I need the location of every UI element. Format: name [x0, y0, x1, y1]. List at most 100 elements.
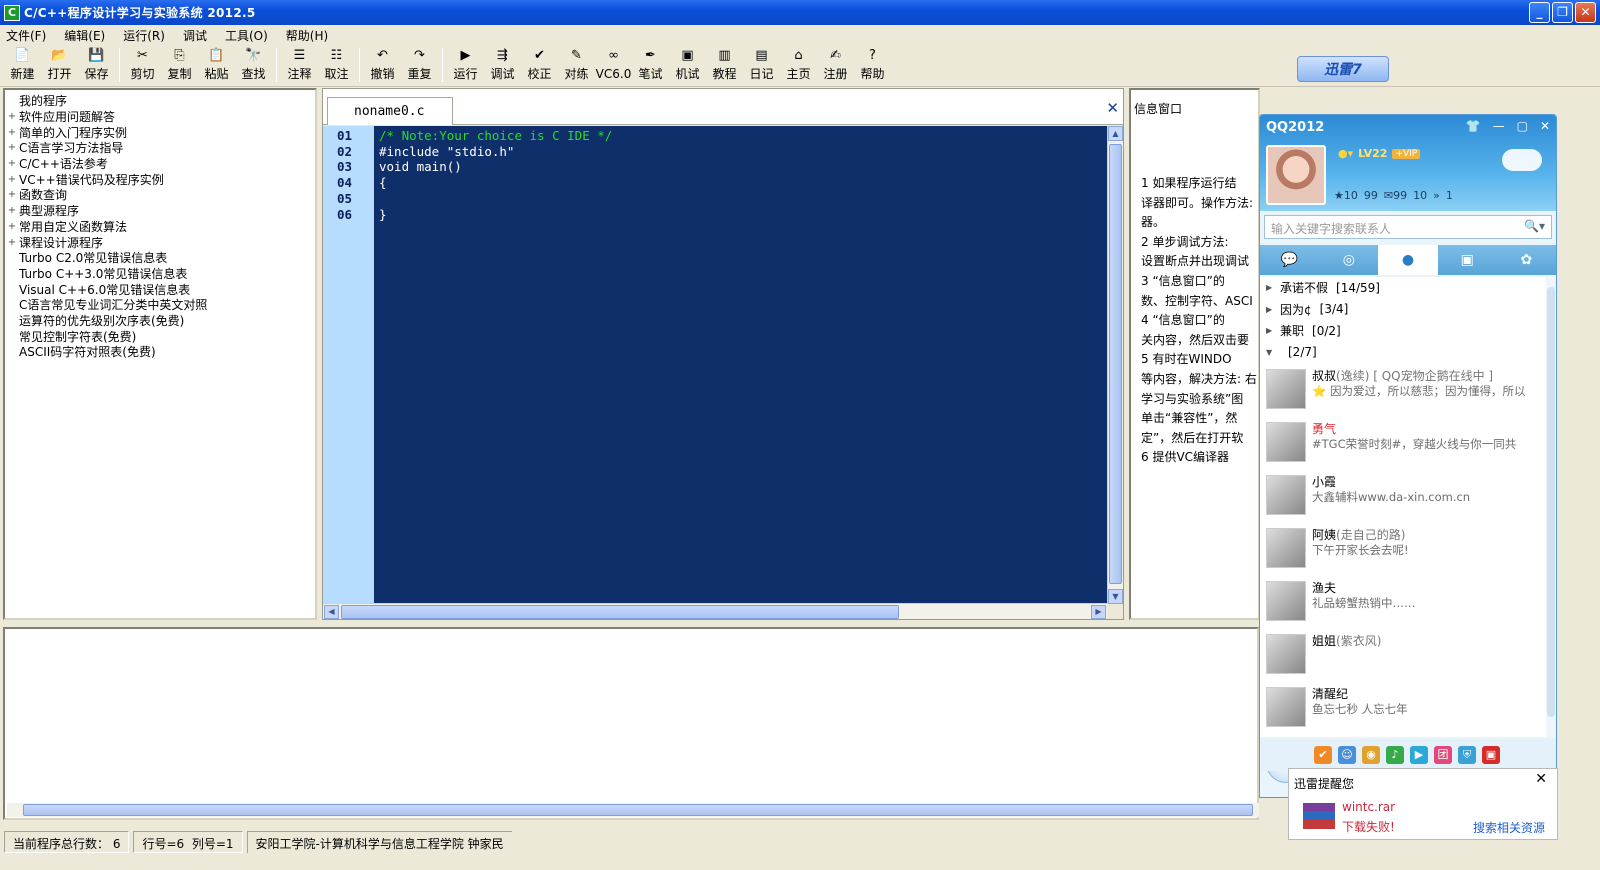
tab-groups[interactable]: ● — [1378, 245, 1438, 275]
expand-icon[interactable]: + — [5, 221, 19, 232]
collapse-icon[interactable]: ▼ — [1266, 348, 1280, 357]
code-line[interactable]: { — [379, 175, 387, 191]
code-line[interactable]: } — [379, 207, 387, 223]
tree-item[interactable]: + C语言学习方法指导 — [5, 140, 315, 156]
qq-list-scrollbar[interactable] — [1546, 277, 1556, 737]
toolbar-button-5[interactable]: 📋 粘贴 — [198, 45, 235, 85]
contact-avatar[interactable] — [1266, 369, 1306, 409]
tree-item[interactable]: + VC++错误代码及程序实例 — [5, 171, 315, 187]
tab-contacts[interactable]: 💬 — [1260, 245, 1319, 275]
mail-count[interactable]: ✉99 — [1384, 189, 1407, 202]
contact-avatar[interactable] — [1266, 687, 1306, 727]
online-status-icon[interactable]: ●▾ — [1338, 147, 1353, 160]
expand-icon[interactable]: + — [5, 237, 19, 248]
toolbar-button-19[interactable]: ▤ 日记 — [743, 45, 780, 85]
toolbar-button-0[interactable]: 📄 新建 — [4, 45, 41, 85]
menu-run[interactable]: 运行(R) — [123, 27, 165, 44]
contact-group[interactable]: ▶ 因为¢ [3/4] — [1260, 299, 1546, 321]
message-box-count[interactable]: 1 — [1446, 189, 1453, 202]
contact-avatar[interactable] — [1266, 475, 1306, 515]
qq-group-buy-icon[interactable]: 团 — [1434, 746, 1452, 764]
contact-item[interactable]: 小霞 大鑫辅料www.da-xin.com.cn — [1260, 471, 1546, 523]
toolbar-button-22[interactable]: ? 帮助 — [854, 45, 891, 85]
contact-item[interactable]: 清醒纪 鱼忘七秒 人忘七年 — [1260, 683, 1546, 735]
qq-pet-icon[interactable]: ◉ — [1362, 746, 1380, 764]
code-area[interactable]: 01 /* Note:Your choice is C IDE */ 02 #incl… — [323, 126, 1107, 604]
tree-item[interactable]: ASCII码字符对照表(免费) — [5, 344, 315, 360]
pet-count[interactable]: 10 — [1413, 189, 1427, 202]
contact-avatar[interactable] — [1266, 422, 1306, 462]
menu-edit[interactable]: 编辑(E) — [64, 27, 105, 44]
contact-group[interactable]: ▶ 承诺不假 [14/59] — [1260, 277, 1546, 299]
contact-avatar[interactable] — [1266, 528, 1306, 568]
editor-vertical-scrollbar[interactable]: ▲ ▼ — [1107, 126, 1123, 604]
contact-avatar[interactable] — [1266, 581, 1306, 621]
qq-shield-icon[interactable]: ⛨ — [1458, 746, 1476, 764]
tree-item[interactable]: C语言常见专业词汇分类中英文对照 — [5, 297, 315, 313]
toolbar-button-7[interactable]: ☰ 注释 — [281, 45, 318, 85]
tree-item[interactable]: + 典型源程序 — [5, 203, 315, 219]
expand-icon[interactable]: + — [5, 127, 19, 138]
scroll-right-icon[interactable]: ▶ — [1091, 605, 1106, 619]
more-apps-icon[interactable]: » — [1433, 189, 1440, 202]
output-horizontal-scrollbar[interactable] — [7, 803, 1259, 817]
scroll-up-icon[interactable]: ▲ — [1108, 126, 1123, 141]
tree-item[interactable]: 我的程序 — [5, 93, 315, 109]
scroll-left-icon[interactable]: ◀ — [324, 605, 339, 619]
qzone-count[interactable]: 99 — [1364, 189, 1378, 202]
toolbar-button-6[interactable]: 🔭 查找 — [235, 45, 272, 85]
tab-recent[interactable]: ▣ — [1438, 245, 1497, 275]
contact-item[interactable]: 勇气 #TGC荣誉时刻#，穿越火线与你一同共 — [1260, 418, 1546, 470]
menu-file[interactable]: 文件(F) — [6, 27, 46, 44]
contact-item[interactable]: 渔夫 礼品螃蟹热销中…… — [1260, 577, 1546, 629]
minimize-button[interactable]: _ — [1529, 2, 1550, 23]
toolbar-button-4[interactable]: ⎘ 复制 — [161, 45, 198, 85]
toast-filename[interactable]: wintc.rar — [1342, 800, 1395, 814]
contact-item[interactable]: 叔叔(逸续) [ QQ宠物企鹅在线中 ] ⭐ 因为爱过，所以慈悲；因为懂得，所以 — [1260, 365, 1546, 417]
tree-item[interactable]: + 函数查询 — [5, 187, 315, 203]
expand-icon[interactable]: ▶ — [1266, 326, 1280, 335]
level-stars[interactable]: ★10 — [1334, 189, 1358, 202]
title-bar[interactable]: C C/C++程序设计学习与实验系统 2012.5 _ ❐ ✕ — [0, 0, 1600, 25]
search-resources-link[interactable]: 搜索相关资源 — [1473, 819, 1545, 836]
expand-icon[interactable]: + — [5, 111, 19, 122]
expand-icon[interactable]: ▶ — [1266, 305, 1280, 314]
tree-item[interactable]: 常见控制字符表(免费) — [5, 328, 315, 344]
expand-icon[interactable]: + — [5, 205, 19, 216]
qq-maximize-button[interactable]: ▢ — [1517, 119, 1528, 133]
toolbar-button-9[interactable]: ↶ 撤销 — [364, 45, 401, 85]
menu-tools[interactable]: 工具(O) — [225, 27, 268, 44]
qq-minimize-button[interactable]: — — [1493, 119, 1505, 133]
toolbar-button-18[interactable]: ▥ 教程 — [706, 45, 743, 85]
toolbar-button-20[interactable]: ⌂ 主页 — [780, 45, 817, 85]
qq-app-icon-1[interactable]: ✔ — [1314, 746, 1332, 764]
qq-skin-icon[interactable]: 👕 — [1466, 119, 1481, 133]
qq-close-button[interactable]: ✕ — [1540, 119, 1550, 133]
toolbar-button-15[interactable]: ∞ VC6.0 — [595, 45, 632, 85]
editor-horizontal-scrollbar[interactable]: ◀ ▶ — [323, 603, 1107, 619]
toolbar-button-17[interactable]: ▣ 机试 — [669, 45, 706, 85]
tree-item[interactable]: + 课程设计源程序 — [5, 234, 315, 250]
tree-item[interactable]: Turbo C++3.0常见错误信息表 — [5, 266, 315, 282]
qq-video-icon[interactable]: ▶ — [1410, 746, 1428, 764]
qq-window[interactable]: QQ2012 👕 — ▢ ✕ ●▾ LV22 +VIP ★10 99 ✉99 1… — [1259, 114, 1557, 798]
toolbar-button-13[interactable]: ✔ 校正 — [521, 45, 558, 85]
qq-shop-icon[interactable]: ▣ — [1482, 746, 1500, 764]
qq-search-input[interactable]: 输入关键字搜索联系人 🔍▾ — [1264, 215, 1552, 239]
contact-group[interactable]: ▼ [2/7] — [1260, 342, 1546, 364]
tab-noname0[interactable]: noname0.c — [327, 97, 453, 125]
menu-help[interactable]: 帮助(H) — [286, 27, 328, 44]
weather-cloud-icon[interactable] — [1502, 149, 1542, 171]
expand-icon[interactable]: + — [5, 174, 19, 185]
qq-music-icon[interactable]: ♪ — [1386, 746, 1404, 764]
contact-group[interactable]: ▶ 兼职 [0/2] — [1260, 320, 1546, 342]
code-line[interactable]: /* Note:Your choice is C IDE */ — [379, 128, 612, 144]
toolbar-button-8[interactable]: ☷ 取注 — [318, 45, 355, 85]
tab-qzone[interactable]: ◎ — [1319, 245, 1378, 275]
toolbar-button-12[interactable]: ⇶ 调试 — [484, 45, 521, 85]
expand-icon[interactable]: + — [5, 189, 19, 200]
contact-item[interactable]: 姐姐(紫衣风) — [1260, 630, 1546, 682]
scroll-down-icon[interactable]: ▼ — [1108, 589, 1123, 604]
tree-item[interactable]: + 软件应用问题解答 — [5, 109, 315, 125]
output-panel[interactable] — [3, 627, 1259, 820]
